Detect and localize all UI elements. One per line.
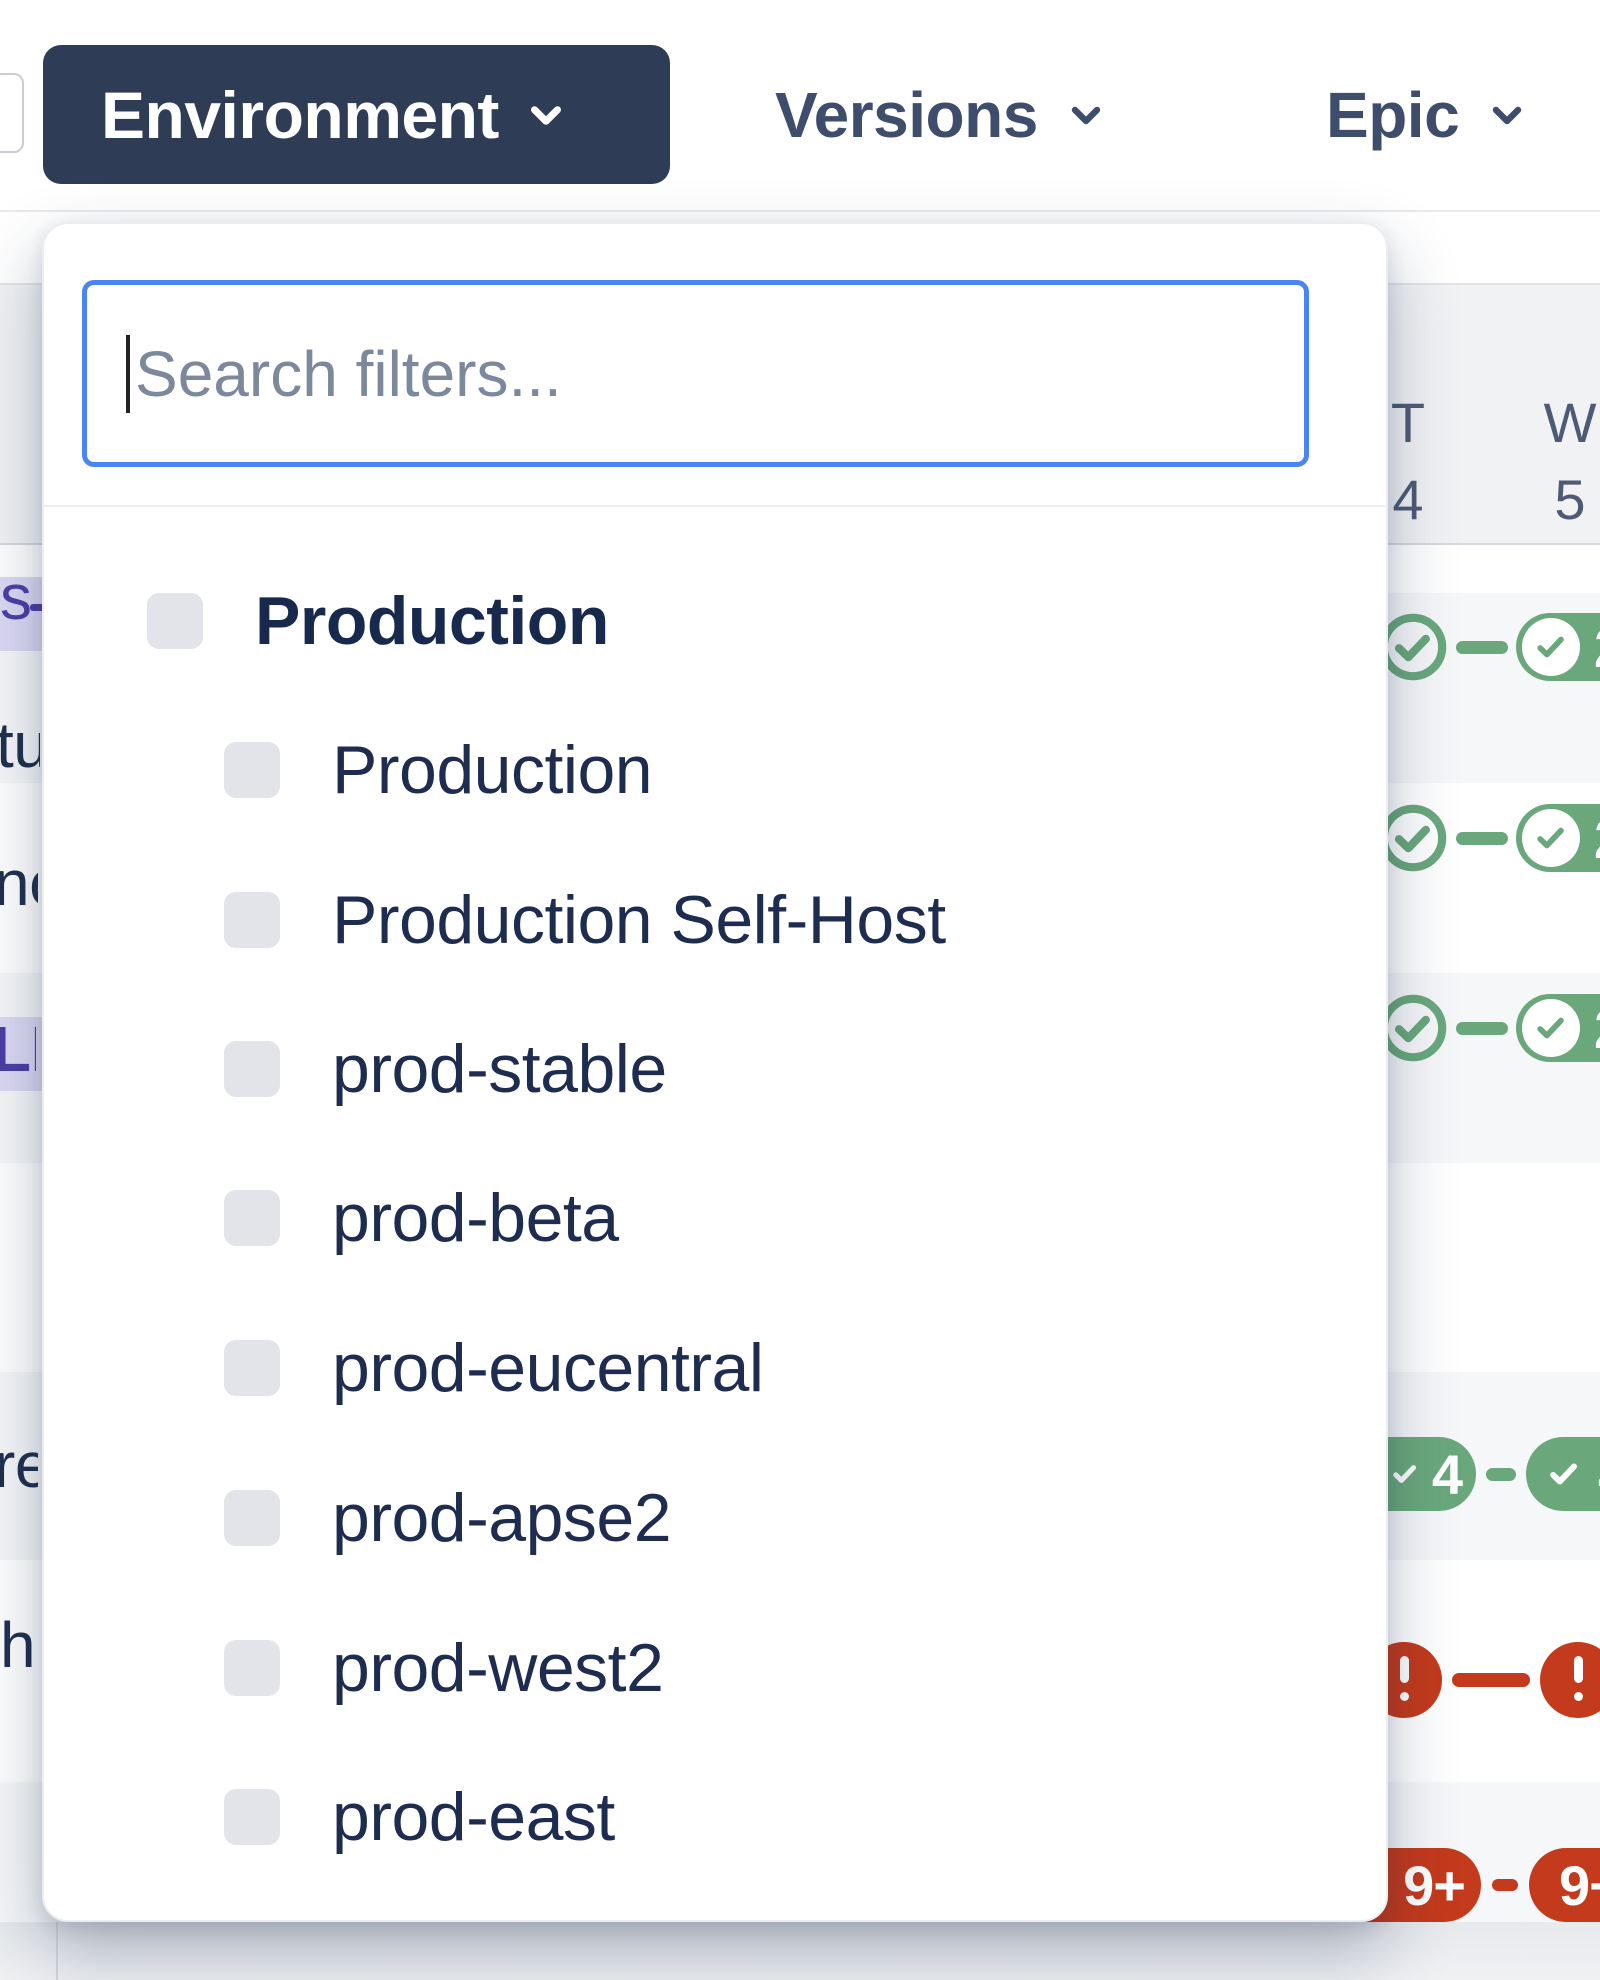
badge-count: 9+	[1403, 1853, 1465, 1918]
row-fragment: LI	[0, 1012, 36, 1086]
filter-option-label: prod-apse2	[332, 1479, 671, 1557]
badge-count: 4	[1432, 1442, 1462, 1507]
filter-option-label: prod-stable	[332, 1030, 667, 1108]
check-circle-outline-icon	[1378, 612, 1448, 682]
search-field-wrap	[82, 280, 1309, 467]
filter-option-label: Production Self-Host	[332, 881, 946, 959]
page-bottom-band	[0, 1922, 1600, 1980]
filter-option-prod-west2[interactable]: prod-west2	[44, 1593, 1386, 1743]
check-circle-outline-icon	[1378, 993, 1448, 1063]
filter-option-prod-stable[interactable]: prod-stable	[44, 994, 1386, 1144]
epic-filter-button[interactable]: Epic	[1326, 45, 1531, 184]
check-circle-outline-icon	[1378, 803, 1448, 873]
timeline-status-row[interactable]: 2	[1378, 993, 1600, 1063]
link-dash	[1456, 1022, 1508, 1035]
filter-option-production-self-host[interactable]: Production Self-Host	[44, 845, 1386, 995]
filter-option-label: Production	[255, 582, 609, 660]
badge-count: 2	[1594, 615, 1600, 680]
checkbox[interactable]	[224, 742, 280, 798]
checkbox[interactable]	[224, 1041, 280, 1097]
environment-filter-button[interactable]: Environment	[43, 45, 670, 184]
column-border-fragment	[56, 1922, 58, 1980]
link-dash	[1452, 1673, 1530, 1687]
filter-option-label: prod-east	[332, 1778, 615, 1856]
filter-option-label: prod-west2	[332, 1629, 663, 1707]
text-caret	[126, 335, 130, 413]
chevron-down-icon	[1062, 91, 1110, 139]
environment-filter-dropdown: Production Production Production Self-Ho…	[42, 222, 1388, 1922]
row-fragment: h	[0, 1608, 44, 1682]
versions-filter-button[interactable]: Versions	[775, 45, 1110, 184]
day-letter: W	[1535, 384, 1600, 461]
timeline-status-row[interactable]	[1366, 1642, 1600, 1718]
chevron-down-icon	[1483, 91, 1531, 139]
link-dash	[1492, 1879, 1518, 1891]
epic-filter-label: Epic	[1326, 78, 1459, 152]
cropped-toolbar-button[interactable]	[0, 73, 24, 153]
versions-filter-label: Versions	[775, 78, 1038, 152]
environment-filter-label: Environment	[101, 77, 499, 153]
row-fragment: s	[0, 560, 44, 634]
filter-option-label: Production	[332, 731, 652, 809]
checkbox[interactable]	[224, 1190, 280, 1246]
checkbox[interactable]	[224, 1640, 280, 1696]
check-icon	[1388, 1457, 1422, 1491]
badge-count: 2	[1594, 996, 1600, 1061]
filter-option-label: prod-beta	[332, 1179, 619, 1257]
filter-option-prod-eucentral[interactable]: prod-eucentral	[44, 1293, 1386, 1443]
checkbox[interactable]	[224, 1789, 280, 1845]
check-circle-icon	[1522, 618, 1580, 676]
filter-option-prod-beta[interactable]: prod-beta	[44, 1143, 1386, 1293]
search-filters-input[interactable]	[82, 280, 1309, 467]
check-circle-icon	[1522, 999, 1580, 1057]
row-fragment: re	[0, 1428, 38, 1502]
filter-option-prod-apse2[interactable]: prod-apse2	[44, 1443, 1386, 1593]
link-dash	[1456, 641, 1508, 654]
timeline-status-row[interactable]: 2	[1378, 803, 1600, 873]
filter-option-prod-east[interactable]: prod-east	[44, 1742, 1386, 1892]
checkbox[interactable]	[147, 593, 203, 649]
day-number: 5	[1535, 461, 1600, 538]
checkbox[interactable]	[224, 1340, 280, 1396]
checkbox[interactable]	[224, 892, 280, 948]
success-badge-pill: 2	[1516, 804, 1600, 872]
row-fragment: tu	[0, 708, 40, 782]
error-icon	[1540, 1642, 1600, 1718]
checkbox[interactable]	[224, 1490, 280, 1546]
link-dash	[1486, 1468, 1516, 1481]
success-badge-pill: 2	[1516, 613, 1600, 681]
check-circle-icon	[1522, 809, 1580, 867]
toolbar-divider	[0, 210, 1600, 212]
filter-option-production-group[interactable]: Production	[44, 546, 1386, 696]
row-fragment: ne	[0, 846, 38, 920]
dropdown-section-divider	[44, 505, 1386, 507]
filter-option-production[interactable]: Production	[44, 695, 1386, 845]
badge-count: 9+	[1559, 1853, 1600, 1918]
link-dash	[1456, 832, 1508, 845]
success-count-pill: 4	[1526, 1437, 1600, 1511]
timeline-status-row[interactable]: 2	[1378, 612, 1600, 682]
timeline-day-column-W5: W 5	[1535, 384, 1600, 538]
check-icon	[1544, 1454, 1584, 1494]
badge-count: 2	[1594, 806, 1600, 871]
filter-option-label: prod-eucentral	[332, 1329, 763, 1407]
success-badge-pill: 2	[1516, 994, 1600, 1062]
overflow-badge-pill: 9+	[1529, 1848, 1600, 1922]
chevron-down-icon	[521, 90, 571, 140]
